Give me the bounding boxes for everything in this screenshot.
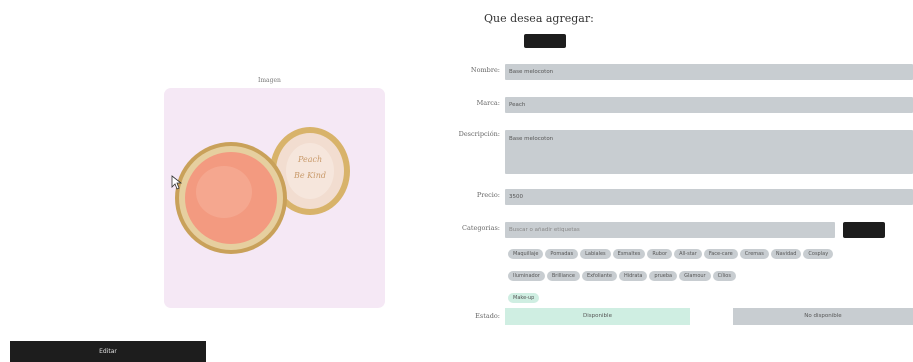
disponible-button[interactable]: Disponible xyxy=(505,308,690,325)
category-chip-selected[interactable]: Make-up xyxy=(508,293,540,303)
category-chip[interactable]: Maquillaje xyxy=(508,249,544,259)
category-chip[interactable]: Cosplay xyxy=(803,249,834,259)
svg-text:Peach: Peach xyxy=(297,155,322,164)
nombre-label: Nombre: xyxy=(470,66,500,74)
descripcion-label: Descripción: xyxy=(458,130,500,138)
category-chip[interactable]: Glamour xyxy=(679,271,711,281)
precio-input[interactable]: 3500 xyxy=(505,189,913,205)
mouse-cursor-icon xyxy=(171,175,182,190)
category-chip[interactable]: Brilliance xyxy=(546,271,580,281)
category-chips: Maquillaje Pomadas Labiales Esmaltes Rubor Al… xyxy=(508,240,913,306)
nombre-input[interactable]: Base melocoton xyxy=(505,64,913,80)
descripcion-textarea[interactable]: Base melocoton xyxy=(505,130,913,174)
precio-label: Precio: xyxy=(476,191,500,199)
marca-input[interactable]: Peach xyxy=(505,97,913,113)
product-image-art: Peach Be Kind xyxy=(175,127,350,254)
svg-text:Be Kind: Be Kind xyxy=(293,171,326,180)
add-category-button[interactable] xyxy=(843,222,885,238)
category-chip[interactable]: Labiales xyxy=(580,249,611,259)
product-image: Peach Be Kind xyxy=(164,88,385,308)
form-heading: Que desea agregar: xyxy=(484,12,594,25)
category-chip[interactable]: prueba xyxy=(649,271,678,281)
upload-image-button[interactable] xyxy=(524,34,566,48)
image-label: Imagen xyxy=(258,77,281,84)
no-disponible-button[interactable]: No disponible xyxy=(733,308,913,325)
edit-button[interactable]: Editar xyxy=(10,341,206,362)
category-chip[interactable]: Esmaltes xyxy=(612,249,646,259)
category-chip[interactable]: Exfoliante xyxy=(581,271,617,281)
category-chip[interactable]: Iluminador xyxy=(508,271,545,281)
category-chip[interactable]: Pomadas xyxy=(545,249,579,259)
category-chip[interactable]: Rubor xyxy=(647,249,673,259)
estado-label: Estado: xyxy=(475,312,500,320)
category-chip[interactable]: Cílios xyxy=(712,271,736,281)
category-chip[interactable]: Hidrata xyxy=(618,271,648,281)
categorias-search-input[interactable]: Buscar o añadir etiquetas xyxy=(505,222,835,238)
category-chip[interactable]: Face-care xyxy=(703,249,738,259)
category-chip[interactable]: Cremas xyxy=(739,249,769,259)
category-chip[interactable]: All-star xyxy=(674,249,702,259)
category-chip[interactable]: Navidad xyxy=(770,249,802,259)
categorias-label: Categorias: xyxy=(462,224,500,232)
marca-label: Marca: xyxy=(476,99,500,107)
